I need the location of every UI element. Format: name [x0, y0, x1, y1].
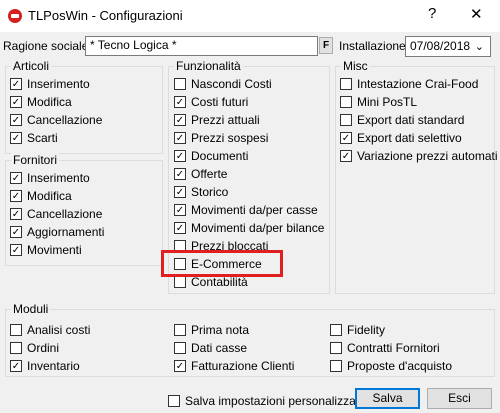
moduli-title: Moduli — [11, 302, 51, 316]
salva-button[interactable]: Salva — [355, 388, 420, 409]
checkbox-box — [330, 324, 342, 336]
checkbox-label: Cancellazione — [27, 113, 103, 127]
checkmark-icon: ✓ — [10, 360, 22, 372]
installazione-label: Installazione — [339, 39, 406, 53]
articoli-title: Articoli — [11, 59, 52, 73]
checkbox-label: Intestazione Crai-Food — [357, 77, 479, 91]
checkbox-label: Cancellazione — [27, 207, 103, 221]
misc-group: Misc Intestazione Crai-Food Mini PosTL Exp… — [335, 59, 498, 294]
close-icon[interactable]: ✕ — [470, 5, 483, 23]
fornitori-title: Fornitori — [11, 153, 60, 167]
chevron-down-icon: ⌄ — [474, 41, 484, 53]
highlight-annotation — [161, 250, 283, 277]
checkbox-label: Modifica — [27, 189, 72, 203]
checkbox-label: Inventario — [27, 359, 80, 373]
checkbox-label: Prezzi attuali — [191, 113, 260, 127]
moduli-group: Moduli Analisi costi Ordini ✓ Inventario Pr… — [5, 302, 495, 377]
checkbox-label: Storico — [191, 185, 229, 199]
app-logo-icon — [8, 9, 22, 23]
checkbox-box — [340, 114, 352, 126]
fornitori-group: Fornitori ✓ Inserimento ✓ Modifica ✓ Cancella… — [5, 153, 163, 266]
checkbox-label: Fidelity — [347, 323, 386, 337]
installazione-select[interactable]: 07/08/2018 ⌄ — [405, 36, 491, 57]
dialog-body: Ragione sociale * Tecno Logica * F Insta… — [0, 32, 500, 413]
checkmark-icon: ✓ — [10, 96, 22, 108]
checkbox-label: Ordini — [27, 341, 60, 355]
checkbox-label: Movimenti — [27, 243, 82, 257]
checkbox-label: Mini PosTL — [357, 95, 418, 109]
checkmark-icon: ✓ — [174, 132, 186, 144]
ragione-sociale-field[interactable]: * Tecno Logica * — [85, 36, 318, 56]
checkmark-icon: ✓ — [174, 204, 186, 216]
checkmark-icon: ✓ — [174, 360, 186, 372]
checkmark-icon: ✓ — [340, 150, 352, 162]
checkmark-icon: ✓ — [174, 168, 186, 180]
misc-title: Misc — [341, 59, 370, 73]
checkmark-icon: ✓ — [340, 132, 352, 144]
checkbox-label: Fatturazione Clienti — [191, 359, 295, 373]
checkmark-icon: ✓ — [174, 150, 186, 162]
checkbox-label: Analisi costi — [27, 323, 91, 337]
checkmark-icon: ✓ — [10, 226, 22, 238]
checkbox-box — [340, 78, 352, 90]
checkbox-box — [174, 342, 186, 354]
esci-button[interactable]: Esci — [427, 388, 492, 409]
checkmark-icon: ✓ — [174, 114, 186, 126]
checkmark-icon: ✓ — [174, 186, 186, 198]
title-bar: TLPosWin - Configurazioni ? ✕ — [0, 0, 500, 32]
checkmark-icon: ✓ — [10, 114, 22, 126]
checkmark-icon: ✓ — [174, 96, 186, 108]
checkbox-box — [168, 395, 180, 407]
checkbox-label: Costi futuri — [191, 95, 249, 109]
checkbox-box — [174, 276, 186, 288]
checkbox-box — [174, 324, 186, 336]
checkmark-icon: ✓ — [10, 132, 22, 144]
ragione-sociale-label: Ragione sociale — [3, 39, 89, 53]
checkbox-box — [340, 96, 352, 108]
checkbox-label: Proposte d'acquisto — [347, 359, 453, 373]
checkbox-box — [174, 78, 186, 90]
checkbox-label: Contratti Fornitori — [347, 341, 440, 355]
checkmark-icon: ✓ — [10, 78, 22, 90]
checkbox-label: Prima nota — [191, 323, 250, 337]
checkbox-label: Nascondi Costi — [191, 77, 272, 91]
checkbox-box — [10, 342, 22, 354]
checkmark-icon: ✓ — [174, 222, 186, 234]
checkmark-icon: ✓ — [10, 190, 22, 202]
checkbox-box — [10, 324, 22, 336]
checkbox-box — [330, 360, 342, 372]
checkbox-box — [330, 342, 342, 354]
checkbox-label: Prezzi sospesi — [191, 131, 269, 145]
window-title: TLPosWin - Configurazioni — [28, 8, 183, 23]
checkbox-label: Movimenti da/per casse — [191, 203, 318, 217]
checkbox-label: Aggiornamenti — [27, 225, 105, 239]
checkbox-label: Export dati standard — [357, 113, 465, 127]
f-button[interactable]: F — [319, 37, 333, 54]
checkbox-label: Modifica — [27, 95, 72, 109]
checkbox-label: Variazione prezzi automati — [357, 149, 498, 163]
salva-impostazioni-label: Salva impostazioni personalizzate — [185, 394, 366, 408]
checkbox-label: Export dati selettivo — [357, 131, 462, 145]
checkmark-icon: ✓ — [10, 244, 22, 256]
checkbox-label: Scarti — [27, 131, 58, 145]
checkbox-label: Documenti — [191, 149, 249, 163]
checkmark-icon: ✓ — [10, 172, 22, 184]
articoli-group: Articoli ✓ Inserimento ✓ Modifica ✓ Cancellaz… — [5, 59, 163, 154]
checkbox-label: Inserimento — [27, 171, 90, 185]
checkbox-label: Contabilità — [191, 275, 248, 289]
checkbox-label: Movimenti da/per bilance — [191, 221, 325, 235]
installazione-value: 07/08/2018 — [410, 39, 471, 53]
checkmark-icon: ✓ — [10, 208, 22, 220]
checkbox-label: Inserimento — [27, 77, 90, 91]
funzionalita-title: Funzionalità — [174, 59, 243, 73]
checkbox-label: Dati casse — [191, 341, 248, 355]
checkbox-label: Offerte — [191, 167, 228, 181]
help-button[interactable]: ? — [428, 5, 436, 22]
